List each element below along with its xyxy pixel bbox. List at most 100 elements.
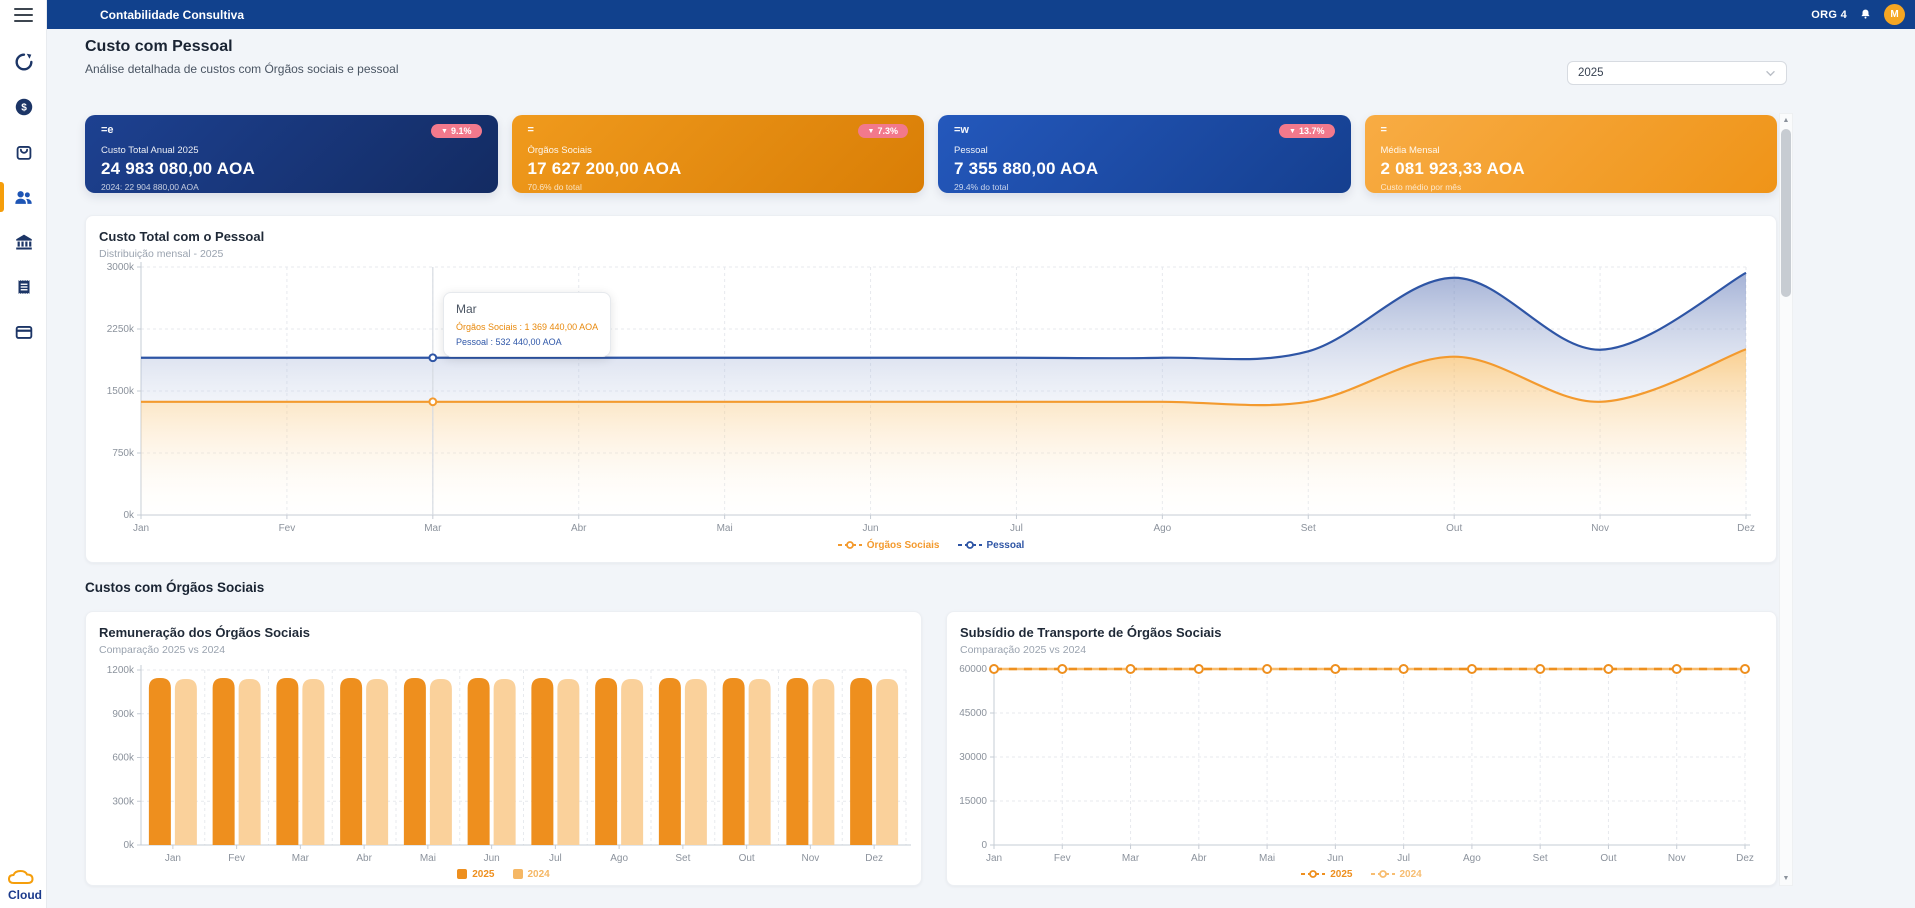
kpi-footer: 29.4% do total — [954, 182, 1335, 192]
sidebar-item-cartoes[interactable] — [0, 315, 47, 349]
line-chart[interactable]: 015000300004500060000JanFevMarAbrMaiJunJ… — [947, 658, 1778, 863]
kpi-card-pessoal[interactable]: =w ▼13.7% Pessoal 7 355 880,00 AOA 29.4%… — [938, 115, 1351, 193]
kpi-value: 2 081 923,33 AOA — [1381, 159, 1762, 179]
svg-text:Jun: Jun — [862, 523, 878, 534]
app-title: Contabilidade Consultiva — [100, 8, 244, 22]
legend-item[interactable]: 2025 — [457, 869, 494, 880]
svg-text:Jan: Jan — [133, 523, 149, 534]
logo-text: Cloud — [4, 888, 46, 902]
active-indicator — [0, 182, 4, 212]
area-chart-legend: Órgãos Sociais Pessoal — [86, 534, 1776, 556]
sidebar: $ — [0, 0, 47, 908]
sidebar-item-financas[interactable]: $ — [0, 90, 47, 124]
svg-text:Out: Out — [739, 853, 755, 863]
svg-text:Mar: Mar — [292, 853, 310, 863]
svg-text:Jun: Jun — [484, 853, 500, 863]
sidebar-item-pessoal[interactable] — [0, 180, 47, 214]
sidebar-item-compras[interactable] — [0, 135, 47, 169]
kpi-icon: = — [528, 124, 534, 136]
scroll-up-icon[interactable]: ▲ — [1780, 114, 1792, 127]
kpi-row: =e ▼9.1% Custo Total Anual 2025 24 983 0… — [85, 115, 1777, 193]
area-chart-card: Custo Total com o Pessoal Distribuição m… — [85, 215, 1777, 563]
kpi-badge: ▼13.7% — [1279, 124, 1334, 138]
svg-text:1200k: 1200k — [107, 665, 135, 676]
kpi-card-media-mensal[interactable]: = Média Mensal 2 081 923,33 AOA Custo mé… — [1365, 115, 1778, 193]
svg-text:Abr: Abr — [571, 523, 587, 534]
line-chart-card: Subsídio de Transporte de Órgãos Sociais… — [946, 611, 1777, 886]
svg-text:60000: 60000 — [959, 664, 987, 675]
year-select[interactable]: 2025 — [1567, 61, 1787, 85]
users-icon — [12, 186, 35, 209]
kpi-value: 17 627 200,00 AOA — [528, 159, 909, 179]
triangle-down-icon: ▼ — [441, 128, 448, 135]
avatar[interactable]: M — [1884, 4, 1905, 25]
kpi-badge: ▼7.3% — [858, 124, 908, 138]
legend-item[interactable]: Órgãos Sociais — [838, 540, 940, 551]
credit-card-icon — [13, 321, 35, 343]
menu-button[interactable] — [14, 8, 33, 22]
svg-text:Mar: Mar — [424, 523, 442, 534]
legend-item[interactable]: 2024 — [1371, 869, 1422, 880]
svg-text:45000: 45000 — [959, 708, 987, 719]
legend-item[interactable]: 2025 — [1301, 869, 1352, 880]
triangle-down-icon: ▼ — [1289, 128, 1296, 135]
page-title: Custo com Pessoal — [85, 38, 233, 56]
chart-subtitle: Comparação 2025 vs 2024 — [960, 644, 1763, 656]
svg-text:0k: 0k — [123, 510, 135, 521]
bell-icon[interactable] — [1859, 8, 1872, 22]
legend-item[interactable]: Pessoal — [958, 540, 1025, 551]
kpi-footer: 70.6% do total — [528, 182, 909, 192]
bar-chart[interactable]: 0k300k600k900k1200kJanFevMarAbrMaiJunJul… — [86, 658, 923, 863]
scrollbar-thumb[interactable] — [1781, 129, 1791, 297]
line-chart-legend: 2025 2024 — [947, 863, 1776, 885]
kpi-badge: ▼9.1% — [431, 124, 481, 138]
page-subtitle: Análise detalhada de custos com Órgãos s… — [85, 62, 399, 76]
svg-text:Set: Set — [1533, 853, 1548, 863]
svg-text:Fev: Fev — [279, 523, 296, 534]
section-title: Custos com Órgãos Sociais — [85, 580, 264, 595]
area-chart[interactable]: 0k750k1500k2250k3000kJanFevMarAbrMaiJunJ… — [86, 262, 1778, 534]
svg-text:Fev: Fev — [1054, 853, 1071, 863]
svg-text:Nov: Nov — [801, 853, 819, 863]
svg-text:15000: 15000 — [959, 796, 987, 807]
sidebar-item-banco[interactable] — [0, 225, 47, 259]
svg-text:Set: Set — [1301, 523, 1316, 534]
svg-text:0k: 0k — [123, 840, 135, 851]
sync-icon — [13, 51, 35, 73]
svg-text:2250k: 2250k — [107, 324, 135, 335]
kpi-label: Órgãos Sociais — [528, 145, 909, 156]
legend-item[interactable]: 2024 — [513, 869, 550, 880]
kpi-label: Média Mensal — [1381, 145, 1762, 156]
cloud-logo[interactable]: Cloud — [4, 870, 46, 902]
kpi-card-orgaos-sociais[interactable]: = ▼7.3% Órgãos Sociais 17 627 200,00 AOA… — [512, 115, 925, 193]
bar-chart-card: Remuneração dos Órgãos Sociais Comparaçã… — [85, 611, 922, 886]
top-navbar: Contabilidade Consultiva ORG 4 M — [47, 0, 1915, 29]
kpi-icon: =e — [101, 124, 114, 136]
svg-text:Jul: Jul — [1397, 853, 1410, 863]
kpi-icon: =w — [954, 124, 969, 136]
svg-text:Mai: Mai — [717, 523, 733, 534]
svg-text:900k: 900k — [112, 709, 135, 720]
cloud-icon — [7, 870, 43, 886]
tooltip-row: Órgãos Sociais : 1 369 440,00 AOA — [456, 322, 598, 332]
svg-text:3000k: 3000k — [107, 262, 135, 273]
svg-text:600k: 600k — [112, 753, 135, 764]
kpi-card-total[interactable]: =e ▼9.1% Custo Total Anual 2025 24 983 0… — [85, 115, 498, 193]
svg-text:Fev: Fev — [228, 853, 245, 863]
svg-text:Set: Set — [675, 853, 690, 863]
svg-text:0: 0 — [981, 840, 987, 851]
scrollbar[interactable]: ▲ ▼ — [1779, 113, 1793, 886]
svg-text:Jul: Jul — [549, 853, 562, 863]
svg-text:Ago: Ago — [1463, 853, 1481, 863]
kpi-footer: Custo médio por mês — [1381, 182, 1762, 192]
bar-chart-legend: 2025 2024 — [86, 863, 921, 885]
sidebar-item-recibos[interactable] — [0, 270, 47, 304]
svg-text:Mar: Mar — [1122, 853, 1140, 863]
svg-text:Out: Out — [1446, 523, 1462, 534]
svg-text:1500k: 1500k — [107, 386, 135, 397]
kpi-value: 24 983 080,00 AOA — [101, 159, 482, 179]
sidebar-item-sync[interactable] — [0, 45, 47, 79]
chart-subtitle: Distribuição mensal - 2025 — [99, 248, 1763, 260]
receipt-icon — [13, 276, 35, 298]
scroll-down-icon[interactable]: ▼ — [1780, 872, 1792, 885]
